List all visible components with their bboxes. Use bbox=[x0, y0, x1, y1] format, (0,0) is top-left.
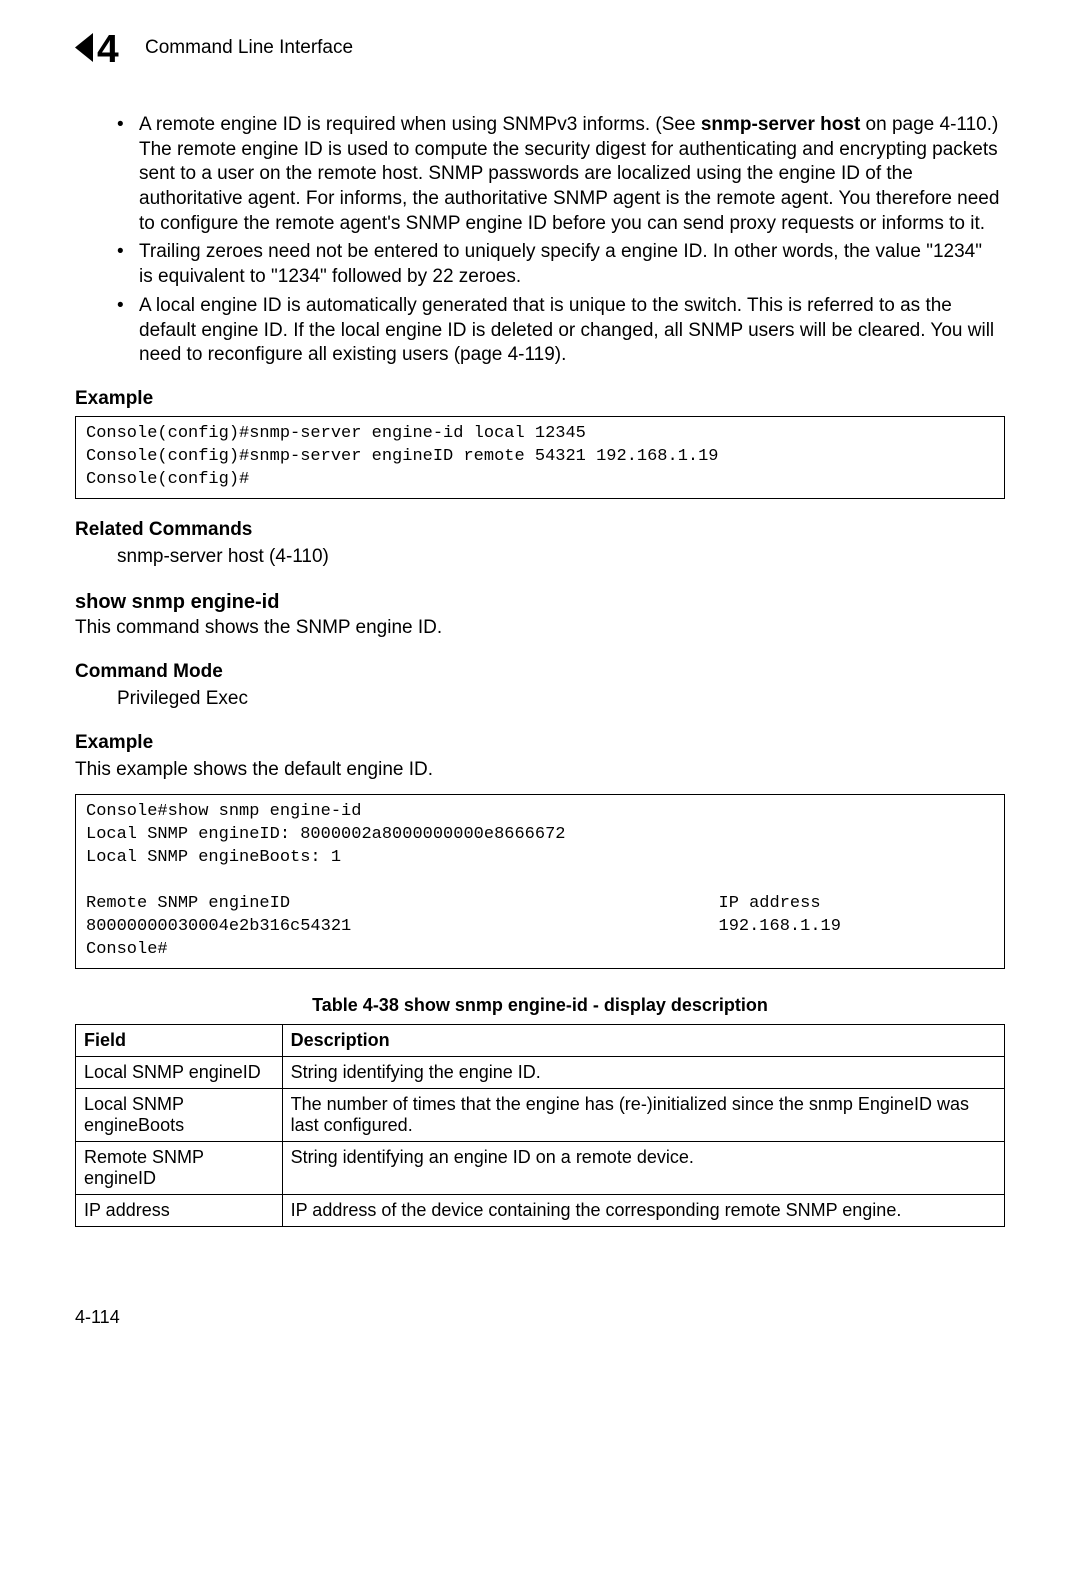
bullet-item: A remote engine ID is required when usin… bbox=[117, 113, 1000, 236]
page-number: 4-114 bbox=[75, 1307, 1005, 1328]
chapter-title: Command Line Interface bbox=[145, 37, 353, 59]
table-cell: Remote SNMP engineID bbox=[76, 1142, 283, 1195]
table-row: Local SNMP engineID String identifying t… bbox=[76, 1057, 1005, 1089]
table-row: Local SNMP engineBoots The number of tim… bbox=[76, 1089, 1005, 1142]
related-commands-heading: Related Commands bbox=[75, 519, 1005, 541]
related-commands-text: snmp-server host (4-110) bbox=[117, 545, 1005, 570]
example2-heading: Example bbox=[75, 732, 1005, 754]
command-mode-heading: Command Mode bbox=[75, 661, 1005, 683]
command-description: This command shows the SNMP engine ID. bbox=[75, 616, 1005, 641]
bullet-item: Trailing zeroes need not be entered to u… bbox=[117, 240, 1000, 289]
table-row: IP address IP address of the device cont… bbox=[76, 1195, 1005, 1227]
table-header-description: Description bbox=[282, 1025, 1004, 1057]
table-caption: Table 4-38 show snmp engine-id - display… bbox=[75, 995, 1005, 1016]
table-cell: String identifying an engine ID on a rem… bbox=[282, 1142, 1004, 1195]
code-block-2: Console#show snmp engine-id Local SNMP e… bbox=[75, 794, 1005, 969]
table-cell: IP address of the device containing the … bbox=[282, 1195, 1004, 1227]
example2-description: This example shows the default engine ID… bbox=[75, 758, 1005, 783]
chapter-icon: 4 bbox=[75, 30, 127, 65]
command-heading: show snmp engine-id bbox=[75, 591, 1005, 614]
table-cell: IP address bbox=[76, 1195, 283, 1227]
page-header: 4 Command Line Interface bbox=[75, 30, 1005, 65]
table-cell: Local SNMP engineID bbox=[76, 1057, 283, 1089]
table-body: Local SNMP engineID String identifying t… bbox=[76, 1057, 1005, 1227]
table-cell: String identifying the engine ID. bbox=[282, 1057, 1004, 1089]
chapter-number: 4 bbox=[97, 30, 119, 65]
bullet-list: A remote engine ID is required when usin… bbox=[117, 113, 1000, 368]
command-mode-text: Privileged Exec bbox=[117, 687, 1005, 712]
description-table: Field Description Local SNMP engineID St… bbox=[75, 1024, 1005, 1227]
example-heading: Example bbox=[75, 388, 1005, 410]
code-block-1: Console(config)#snmp-server engine-id lo… bbox=[75, 416, 1005, 499]
table-row: Remote SNMP engineID String identifying … bbox=[76, 1142, 1005, 1195]
table-cell: The number of times that the engine has … bbox=[282, 1089, 1004, 1142]
table-cell: Local SNMP engineBoots bbox=[76, 1089, 283, 1142]
table-header-field: Field bbox=[76, 1025, 283, 1057]
bullet-item: A local engine ID is automatically gener… bbox=[117, 294, 1000, 368]
